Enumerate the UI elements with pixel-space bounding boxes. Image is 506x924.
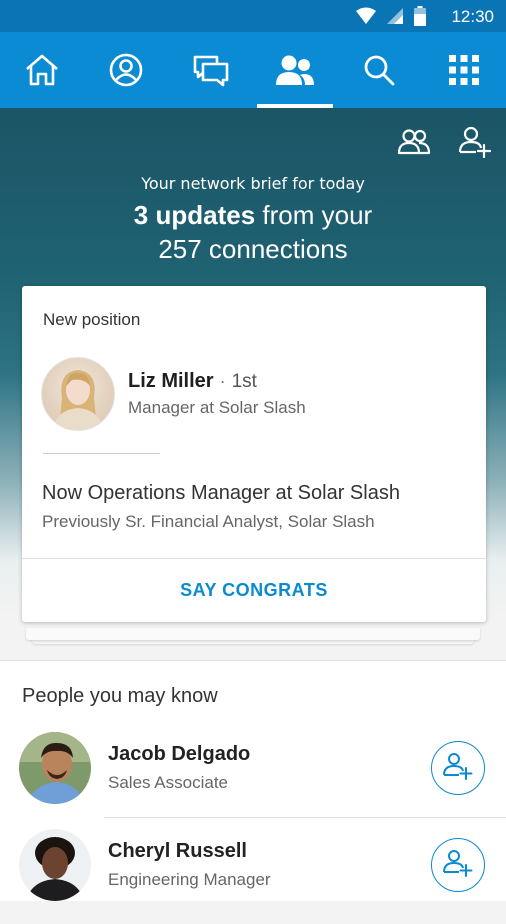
people-you-may-know: People you may know Jacob Delgado Sales … <box>0 660 506 901</box>
apps-grid-icon <box>449 55 479 85</box>
avatar[interactable] <box>19 732 91 804</box>
connections-icon <box>397 128 431 160</box>
top-nav-bar <box>0 32 506 108</box>
search-icon <box>362 53 396 87</box>
say-congrats-button[interactable]: SAY CONGRATS <box>22 559 486 622</box>
connection-degree: 1st <box>231 371 257 392</box>
home-icon <box>24 53 60 87</box>
brief-updates: 3 updates from your <box>0 200 506 231</box>
divider <box>104 817 506 818</box>
updates-rest: from your <box>255 200 373 230</box>
update-headline: Now Operations Manager at Solar Slash <box>42 482 400 504</box>
connect-button[interactable] <box>431 838 485 892</box>
avatar[interactable] <box>19 829 91 901</box>
update-kind: New position <box>43 310 141 329</box>
network-brief-header: Your network brief for today 3 updates f… <box>0 108 506 660</box>
brief-subtitle: Your network brief for today <box>141 174 365 193</box>
card-stack-shadow <box>26 628 480 640</box>
nav-messages[interactable] <box>169 32 253 108</box>
brief-connections: 257 connections <box>158 234 348 264</box>
add-connection-button[interactable] <box>455 124 495 164</box>
add-connection-icon <box>443 849 473 881</box>
list-item[interactable]: Jacob Delgado Sales Associate <box>0 731 506 827</box>
status-time: 12:30 <box>451 7 494 26</box>
member-name[interactable]: Liz Miller <box>128 370 214 392</box>
divider <box>43 453 160 454</box>
battery-icon <box>414 6 426 30</box>
person-name[interactable]: Cheryl Russell <box>108 840 247 863</box>
nav-apps[interactable] <box>422 32 506 108</box>
nav-search[interactable] <box>337 32 421 108</box>
messages-icon <box>192 53 230 87</box>
connect-button[interactable] <box>431 741 485 795</box>
member-name-row: Liz Miller · 1st <box>128 370 257 393</box>
avatar[interactable] <box>41 357 115 431</box>
nav-my-network[interactable] <box>253 32 337 108</box>
profile-icon <box>108 52 144 88</box>
my-network-icon <box>274 53 316 87</box>
list-item[interactable]: Cheryl Russell Engineering Manager <box>0 828 506 924</box>
person-title: Engineering Manager <box>108 870 271 889</box>
nav-home[interactable] <box>0 32 84 108</box>
nav-profile[interactable] <box>84 32 168 108</box>
connections-button[interactable] <box>394 124 434 164</box>
member-title: Manager at Solar Slash <box>128 398 306 417</box>
status-bar: 12:30 <box>0 0 506 32</box>
update-previous: Previously Sr. Financial Analyst, Solar … <box>42 512 375 531</box>
updates-count: 3 updates <box>133 200 256 230</box>
person-name[interactable]: Jacob Delgado <box>108 743 250 766</box>
add-connection-icon <box>458 126 492 162</box>
person-title: Sales Associate <box>108 773 229 792</box>
wifi-icon <box>356 7 376 29</box>
signal-icon <box>386 7 404 29</box>
add-connection-icon <box>443 752 473 784</box>
section-title: People you may know <box>22 685 218 707</box>
update-card[interactable]: New position Liz Miller · 1st Manager at S… <box>22 286 486 622</box>
separator-dot: · <box>219 371 226 391</box>
